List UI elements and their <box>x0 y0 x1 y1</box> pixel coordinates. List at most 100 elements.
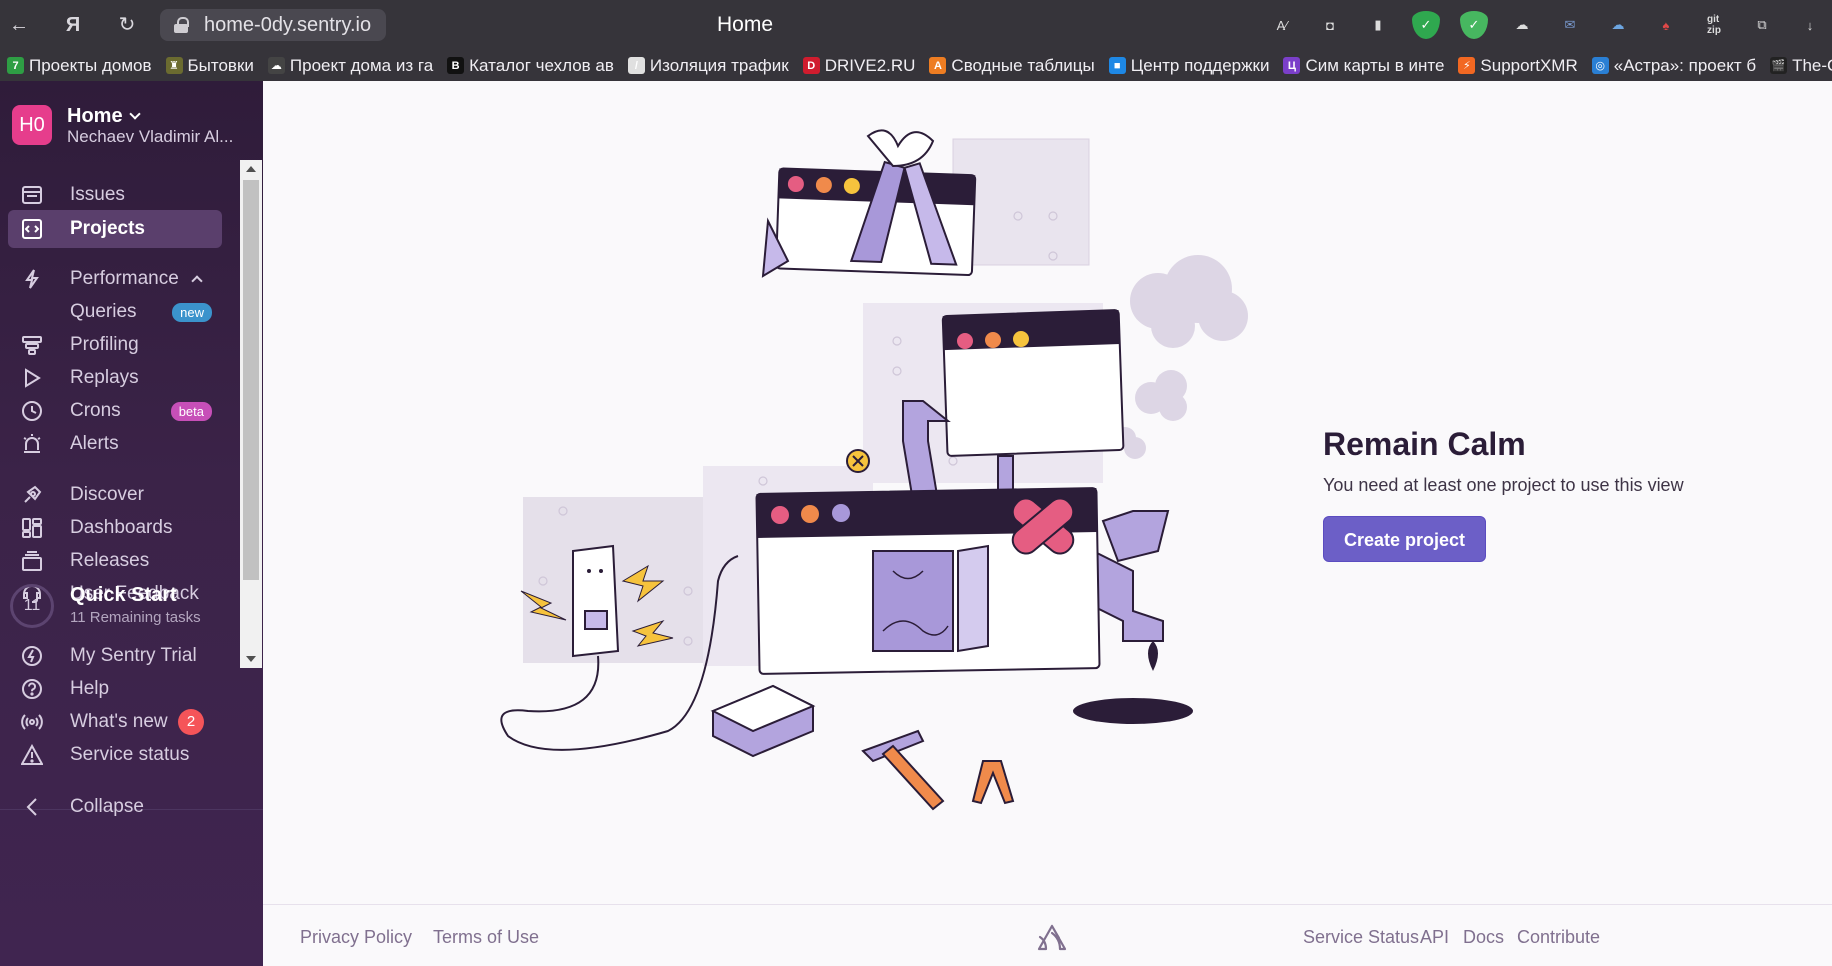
org-avatar: H0 <box>12 105 52 145</box>
bookmark-item[interactable]: ♜ Бытовки <box>159 56 261 76</box>
terms-of-use-link[interactable]: Terms of Use <box>433 927 539 948</box>
org-switcher[interactable]: H0 Home Nechaev Vladimir Al... <box>12 105 252 151</box>
profiling-icon <box>20 333 44 357</box>
bookmark-favicon-icon: Ц <box>1283 57 1301 74</box>
sidebar-item-label: My Sentry Trial <box>70 645 197 666</box>
bookmark-item[interactable]: ◎ «Астра»: проект б <box>1585 56 1763 76</box>
bookmark-favicon-icon: 7 <box>7 57 24 74</box>
warning-icon <box>20 743 44 767</box>
back-icon[interactable]: ← <box>6 12 32 38</box>
bookmark-favicon-icon: ◎ <box>1591 57 1609 74</box>
lock-icon <box>174 17 189 33</box>
gitzip-icon[interactable]: git zip <box>1700 11 1728 39</box>
discover-icon <box>20 483 44 507</box>
bookmark-favicon-icon: ♜ <box>165 57 183 74</box>
create-project-button[interactable]: Create project <box>1323 516 1487 562</box>
sidebar-item-alerts[interactable]: Alerts <box>8 425 222 463</box>
org-user-name: Nechaev Vladimir Al... <box>67 127 234 146</box>
bookmark-favicon-icon: ⚡ <box>1458 57 1476 74</box>
bookmark-favicon-icon: B <box>447 57 465 74</box>
page-tab-title: Home <box>716 13 774 36</box>
bookmark-item[interactable]: ☁ Проект дома из га <box>261 56 440 76</box>
scroll-up-arrow-icon[interactable] <box>246 166 256 172</box>
weather-icon[interactable]: ☁ <box>1508 11 1536 39</box>
yandex-icon[interactable]: Я <box>60 12 86 38</box>
new-badge: new <box>172 302 212 322</box>
empty-state: Remain Calm You need at least one projec… <box>1323 426 1783 562</box>
footer: Privacy Policy Terms of Use Service Stat… <box>263 904 1832 966</box>
projects-icon <box>20 217 44 241</box>
sidebar-item-projects[interactable]: Projects <box>8 210 222 248</box>
help-icon <box>20 677 44 701</box>
download-icon[interactable]: ↓ <box>1796 11 1824 39</box>
bookmark-icon[interactable]: ▮ <box>1364 11 1392 39</box>
sidebar-item-label: Profiling <box>70 334 139 355</box>
bookmark-item[interactable]: D DRIVE2.RU <box>796 56 923 76</box>
bookmark-favicon-icon: A <box>929 57 947 74</box>
quick-start[interactable]: 11 Quick Start 11 Remaining tasks <box>8 581 248 631</box>
docs-link[interactable]: Docs <box>1463 927 1504 948</box>
collapse-sidebar-button[interactable]: Collapse <box>8 788 248 826</box>
chevron-up-icon[interactable] <box>191 275 203 287</box>
service-status-link[interactable]: Service Status <box>1303 927 1419 948</box>
sidebar-item-label: Queries <box>70 301 137 322</box>
sidebar-item-label: Dashboards <box>70 517 173 538</box>
lightning-icon <box>20 644 44 668</box>
cloud-icon[interactable]: ☁ <box>1604 11 1632 39</box>
bookmark-label: Бытовки <box>187 55 254 75</box>
sidebar-item-label: Help <box>70 678 110 699</box>
scrollbar-thumb[interactable] <box>243 180 259 580</box>
bookmark-favicon-icon: D <box>802 57 820 74</box>
bookmark-favicon-icon: / <box>627 57 645 74</box>
sidebar-item-label: Performance <box>70 268 179 289</box>
collapse-label: Collapse <box>70 796 144 817</box>
bookmark-label: The-Cin <box>1792 55 1832 75</box>
scroll-down-arrow-icon[interactable] <box>246 656 256 662</box>
bookmark-label: «Астра»: проект б <box>1613 55 1757 75</box>
sidebar-item-service-status[interactable]: Service status <box>8 736 222 774</box>
contribute-link[interactable]: Contribute <box>1517 927 1600 948</box>
address-bar[interactable]: home-0dy.sentry.io <box>160 9 386 41</box>
privacy-policy-link[interactable]: Privacy Policy <box>300 927 412 948</box>
crons-icon <box>20 399 44 423</box>
empty-state-title: Remain Calm <box>1323 426 1526 462</box>
extension-toolbar: A⁄ ◘ ▮ ✓ ✓ ☁ ✉ ☁ ♠ git zip ⧉ ↓ <box>1268 10 1832 40</box>
quick-start-subtitle: 11 Remaining tasks <box>70 609 201 626</box>
sidebar-item-label: Issues <box>70 184 125 205</box>
bookmarks-bar: 7 Проекты домов ♜ Бытовки ☁ Проект дома из га… <box>0 50 1832 81</box>
bookmark-item[interactable]: B Каталог чехлов ав <box>440 56 621 76</box>
bookmark-item[interactable]: ■ Центр поддержки <box>1102 56 1277 76</box>
dashboards-icon <box>20 516 44 540</box>
bookmark-label: Изоляция трафик <box>649 55 789 75</box>
adguard-icon[interactable]: ✓ <box>1412 11 1440 39</box>
sidebar-item-label: Discover <box>70 484 144 505</box>
sidebar-item-label: What's new <box>70 711 168 732</box>
bookmark-item[interactable]: ⚡ SupportXMR <box>1451 56 1584 76</box>
bookmark-label: Каталог чехлов ав <box>469 55 614 75</box>
reload-icon[interactable]: ↻ <box>114 12 140 38</box>
mail-icon[interactable]: ✉ <box>1556 11 1584 39</box>
sidebar-item-label: Crons <box>70 400 121 421</box>
hat-icon[interactable]: ♠ <box>1652 11 1680 39</box>
bookmark-favicon-icon: ■ <box>1108 57 1126 74</box>
bookmark-item[interactable]: 7 Проекты домов <box>0 56 159 76</box>
bookmark-item[interactable]: Ц Сим карты в инте <box>1276 56 1451 76</box>
sidebar-item-label: Releases <box>70 550 150 571</box>
bookmark-item[interactable]: 🎬The-Cin <box>1763 56 1832 76</box>
api-link[interactable]: API <box>1420 927 1449 948</box>
translator-icon[interactable]: ⧉ <box>1748 11 1776 39</box>
adguard-green-icon[interactable]: ✓ <box>1460 11 1488 39</box>
shield-counter-icon[interactable]: ◘ <box>1316 11 1344 39</box>
bookmark-item[interactable]: A Сводные таблицы <box>922 56 1101 76</box>
spacer-icon <box>20 300 44 324</box>
bookmark-item[interactable]: / Изоляция трафик <box>621 56 796 76</box>
bookmark-favicon-icon: ☁ <box>267 57 285 74</box>
sidebar-item-issues[interactable]: Issues <box>8 176 222 214</box>
main-content: Remain Calm You need at least one projec… <box>263 81 1832 966</box>
quick-start-progress-ring: 11 <box>10 584 54 628</box>
performance-icon <box>20 267 44 291</box>
translate-icon[interactable]: A⁄ <box>1268 11 1296 39</box>
bookmark-label: Сводные таблицы <box>951 55 1095 75</box>
bookmark-label: DRIVE2.RU <box>824 55 916 75</box>
quick-start-title: Quick Start <box>70 584 177 606</box>
